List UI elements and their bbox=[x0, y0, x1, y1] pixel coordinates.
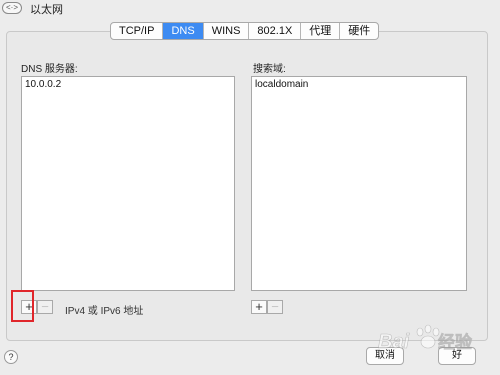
tab-8021x[interactable]: 802.1X bbox=[249, 23, 302, 39]
help-button[interactable]: ? bbox=[4, 350, 18, 364]
tab-dns[interactable]: DNS bbox=[163, 23, 204, 39]
search-domains-list[interactable]: localdomain bbox=[251, 76, 467, 291]
dns-servers-label: DNS 服务器: bbox=[21, 64, 78, 75]
ok-button[interactable]: 好 bbox=[438, 347, 476, 365]
tab-hardware[interactable]: 硬件 bbox=[340, 23, 378, 39]
add-search-domain-button[interactable]: + bbox=[251, 300, 267, 314]
search-domains-label: 搜索域: bbox=[253, 64, 286, 75]
remove-dns-server-button[interactable]: − bbox=[37, 300, 53, 314]
window-title: 以太网 bbox=[30, 4, 63, 16]
tab-proxy[interactable]: 代理 bbox=[301, 23, 341, 39]
dns-server-item[interactable]: 10.0.0.2 bbox=[22, 77, 234, 92]
search-domains-buttons: + − bbox=[251, 300, 283, 314]
cancel-button[interactable]: 取消 bbox=[366, 347, 404, 365]
highlight-annotation-box bbox=[11, 290, 34, 322]
tab-bar: TCP/IP DNS WINS 802.1X 代理 硬件 bbox=[110, 22, 380, 40]
remove-search-domain-button[interactable]: − bbox=[267, 300, 283, 314]
tab-tcpip[interactable]: TCP/IP bbox=[111, 23, 164, 39]
tab-wins[interactable]: WINS bbox=[204, 23, 250, 39]
dns-address-hint: IPv4 或 IPv6 地址 bbox=[65, 306, 144, 317]
search-domain-item[interactable]: localdomain bbox=[252, 77, 466, 92]
dns-servers-list[interactable]: 10.0.0.2 bbox=[21, 76, 235, 291]
title-bar: <·> 以太网 bbox=[0, 0, 500, 16]
network-nav-icon[interactable]: <·> bbox=[2, 2, 22, 14]
dns-panel: DNS 服务器: 10.0.0.2 + − IPv4 或 IPv6 地址 搜索域… bbox=[6, 31, 488, 341]
